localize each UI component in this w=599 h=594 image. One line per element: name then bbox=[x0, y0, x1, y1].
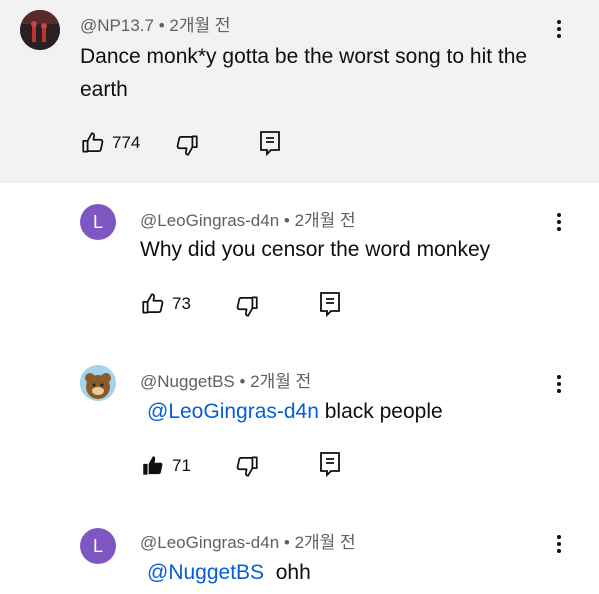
comment-body: ohh bbox=[264, 561, 311, 584]
comment-body: black people bbox=[318, 400, 443, 423]
reply-item: L @LeoGingras-d4n • 2개월 전 @NuggetBS ohh bbox=[0, 505, 599, 594]
comment-text: @NuggetBS ohh bbox=[147, 556, 547, 589]
avatar[interactable] bbox=[20, 10, 60, 50]
like-count: 73 bbox=[172, 294, 191, 313]
more-options-button[interactable] bbox=[549, 14, 569, 44]
like-button[interactable]: 774 bbox=[80, 130, 140, 156]
author-name[interactable]: @NP13.7 bbox=[80, 16, 154, 35]
thumbs-up-filled-icon bbox=[143, 456, 163, 475]
comment-time: 2개월 전 bbox=[250, 372, 312, 391]
reply-button[interactable] bbox=[318, 291, 342, 317]
reply-item: L @LeoGingras-d4n • 2개월 전 Why did you ce… bbox=[0, 183, 599, 343]
separator: • bbox=[153, 16, 170, 35]
author-name[interactable]: @NuggetBS bbox=[140, 372, 235, 391]
more-options-button[interactable] bbox=[549, 207, 569, 237]
comment-thread-top: @NP13.7 • 2개월 전 Dance monk*y gotta be th… bbox=[0, 0, 599, 183]
thumbs-down-icon bbox=[236, 296, 258, 317]
avatar[interactable]: L bbox=[80, 204, 116, 240]
like-button[interactable]: 73 bbox=[140, 291, 191, 317]
reply-item: @NuggetBS • 2개월 전 @LeoGingras-d4n black … bbox=[0, 343, 599, 505]
avatar-letter: L bbox=[92, 535, 103, 556]
thumbs-down-icon bbox=[236, 456, 258, 477]
comment-body: Dance monk*y gotta be the worst song to … bbox=[80, 45, 528, 101]
avatar[interactable] bbox=[80, 365, 116, 401]
reply-button[interactable] bbox=[318, 451, 342, 477]
comment-meta: @LeoGingras-d4n • 2개월 전 bbox=[140, 206, 356, 231]
comment-meta: @NuggetBS • 2개월 전 bbox=[140, 367, 311, 392]
avatar[interactable]: L bbox=[80, 528, 116, 564]
dislike-button[interactable] bbox=[174, 132, 200, 158]
mention-link[interactable]: @NuggetBS bbox=[147, 561, 264, 584]
comment-time: 2개월 전 bbox=[294, 211, 356, 230]
reply-icon bbox=[320, 452, 340, 477]
author-name[interactable]: @LeoGingras-d4n bbox=[140, 211, 279, 230]
comment-time: 2개월 전 bbox=[294, 533, 356, 552]
dislike-button[interactable] bbox=[234, 293, 260, 319]
like-count: 774 bbox=[112, 133, 141, 152]
comment-time: 2개월 전 bbox=[169, 16, 231, 35]
reply-button[interactable] bbox=[258, 130, 282, 156]
reply-icon bbox=[260, 131, 280, 156]
mention-link[interactable]: @LeoGingras-d4n bbox=[147, 400, 319, 423]
separator: • bbox=[234, 372, 251, 391]
more-options-button[interactable] bbox=[549, 369, 569, 399]
separator: • bbox=[279, 533, 295, 552]
thumbs-up-icon bbox=[142, 293, 164, 314]
comment-text: @LeoGingras-d4n black people bbox=[147, 395, 547, 428]
comment-text: Why did you censor the word monkey bbox=[140, 233, 540, 266]
thumbs-up-icon bbox=[82, 132, 104, 153]
like-count: 71 bbox=[172, 456, 191, 475]
comment-meta: @LeoGingras-d4n • 2개월 전 bbox=[140, 528, 356, 553]
thumbs-down-icon bbox=[176, 135, 198, 156]
avatar-letter: L bbox=[92, 211, 103, 232]
comment-text: Dance monk*y gotta be the worst song to … bbox=[80, 40, 550, 106]
comment-body: Why did you censor the word monkey bbox=[140, 238, 491, 261]
dislike-button[interactable] bbox=[234, 453, 260, 479]
separator: • bbox=[279, 211, 295, 230]
author-name[interactable]: @LeoGingras-d4n bbox=[140, 533, 279, 552]
reply-icon bbox=[320, 292, 340, 317]
more-options-button[interactable] bbox=[549, 529, 569, 559]
like-button[interactable]: 71 bbox=[140, 453, 191, 479]
comment-meta: @NP13.7 • 2개월 전 bbox=[80, 11, 230, 36]
